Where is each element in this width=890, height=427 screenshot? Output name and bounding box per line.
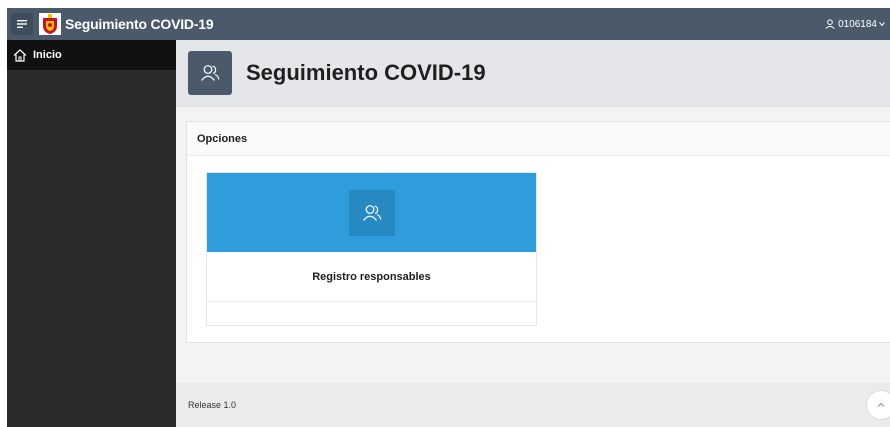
region-title: Opciones [187, 122, 890, 156]
user-icon [825, 19, 835, 29]
app-logo[interactable] [39, 13, 61, 35]
government-shield-logo [39, 13, 61, 35]
page-hero: Seguimiento COVID-19 [176, 40, 890, 107]
users-icon [201, 65, 220, 81]
options-region: Opciones Registro responsables [186, 121, 890, 343]
hamburger-icon [17, 20, 27, 28]
main-content: Seguimiento COVID-19 Opciones Registro r… [176, 40, 890, 427]
sidebar-item-inicio[interactable]: Inicio [7, 40, 176, 70]
sidebar: Inicio [7, 40, 176, 427]
sidebar-item-label: Inicio [33, 49, 62, 61]
menu-toggle-button[interactable] [11, 13, 33, 35]
page-title: Seguimiento COVID-19 [246, 60, 486, 85]
user-name: 0106184 [838, 18, 877, 30]
user-menu[interactable]: 0106184 [825, 19, 890, 30]
page-icon-box [188, 51, 232, 95]
release-label: Release 1.0 [188, 400, 237, 410]
home-icon [13, 48, 27, 62]
card-banner[interactable] [207, 173, 536, 252]
card-icon-box [348, 189, 395, 236]
scroll-to-top-button[interactable] [866, 390, 890, 420]
chevron-up-icon [877, 402, 885, 407]
chevron-down-icon [879, 22, 885, 27]
top-navigation-bar: Seguimiento COVID-19 0106184 [7, 8, 890, 40]
card-registro-responsables[interactable]: Registro responsables [206, 172, 537, 326]
footer: Release 1.0 [176, 383, 890, 427]
users-icon [362, 204, 381, 221]
app-title[interactable]: Seguimiento COVID-19 [65, 16, 214, 32]
card-title[interactable]: Registro responsables [207, 252, 536, 302]
